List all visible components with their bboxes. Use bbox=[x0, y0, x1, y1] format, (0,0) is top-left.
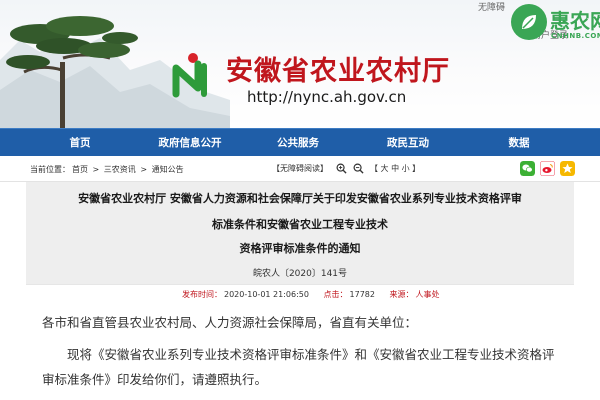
zoom-out-icon[interactable] bbox=[353, 163, 364, 174]
breadcrumb-bar: 当前位置： 首页 > 三农资讯 > 通知公告 【无障碍阅读】 【 大 中 小 】 bbox=[0, 156, 600, 182]
view-count: 17782 bbox=[349, 290, 375, 299]
article-meta: 发布时间： 2020-10-01 21:06:50 点击： 17782 来源： 人事处 bbox=[26, 284, 574, 302]
publish-time-label: 发布时间： bbox=[182, 290, 222, 299]
nav-item-interaction[interactable]: 政民互动 bbox=[387, 129, 429, 157]
weibo-share-icon[interactable] bbox=[540, 161, 555, 176]
views-label: 点击： bbox=[323, 290, 348, 299]
main-navigation: 首页 政府信息公开 公共服务 政民互动 数据 bbox=[0, 128, 600, 156]
zoom-in-icon[interactable] bbox=[336, 163, 347, 174]
watermark-logo: 惠农网 CNHNB.COM bbox=[511, 2, 600, 44]
article-title-line-3: 资格评审标准条件的通知 bbox=[239, 242, 361, 255]
site-title[interactable]: 安徽省农业农村厅 bbox=[226, 49, 450, 88]
article-paragraph-2: 现将《安徽省农业系列专业技术资格评审标准条件》和《安徽省农业工程专业技术资格评审… bbox=[42, 347, 555, 387]
source-label: 来源： bbox=[389, 290, 414, 299]
breadcrumb-item-notices[interactable]: 通知公告 bbox=[152, 165, 184, 174]
nav-item-gov-info[interactable]: 政府信息公开 bbox=[159, 129, 222, 157]
document-number: 皖农人〔2020〕141号 bbox=[252, 269, 348, 279]
publish-time: 2020-10-01 21:06:50 bbox=[224, 290, 309, 299]
nav-item-data[interactable]: 数据 bbox=[509, 129, 530, 157]
article-title-line-2: 标准条件和安徽省农业工程专业技术 bbox=[212, 218, 388, 231]
accessible-read-button[interactable]: 【无障碍阅读】 bbox=[272, 163, 328, 174]
breadcrumb-prefix: 当前位置： bbox=[30, 165, 70, 174]
site-url[interactable]: http://nync.ah.gov.cn bbox=[247, 88, 406, 106]
watermark-domain: CNHNB.COM bbox=[551, 32, 600, 40]
wechat-share-icon[interactable] bbox=[520, 161, 535, 176]
source-value: 人事处 bbox=[415, 290, 440, 299]
article-paragraph-1: 各市和省直管县农业农村局、人力资源社会保障局，省直有关单位： bbox=[42, 315, 418, 330]
article-header: 安徽省农业农村厅 安徽省人力资源和社会保障厅关于印发安徽省农业系列专业技术资格评… bbox=[26, 182, 574, 300]
reading-tools: 【无障碍阅读】 【 大 中 小 】 bbox=[272, 163, 420, 174]
nav-item-home[interactable]: 首页 bbox=[70, 129, 91, 157]
breadcrumb-separator: > bbox=[140, 165, 148, 174]
department-logo-icon bbox=[172, 53, 207, 98]
nav-item-public-service[interactable]: 公共服务 bbox=[277, 129, 319, 157]
breadcrumb-separator: > bbox=[92, 165, 100, 174]
font-size-switcher[interactable]: 【 大 中 小 】 bbox=[370, 163, 420, 174]
qzone-share-icon[interactable] bbox=[560, 161, 575, 176]
article-title-line-1: 安徽省农业农村厅 安徽省人力资源和社会保障厅关于印发安徽省农业系列专业技术资格评… bbox=[78, 192, 522, 205]
watermark-brand: 惠农网 bbox=[550, 9, 600, 33]
breadcrumb-item-news[interactable]: 三农资讯 bbox=[104, 165, 136, 174]
breadcrumb-item-home[interactable]: 首页 bbox=[72, 165, 88, 174]
site-header: 安徽省农业农村厅 http://nync.ah.gov.cn 无障碍 用户登录 … bbox=[0, 0, 600, 128]
watermark-leaf-icon bbox=[511, 4, 547, 40]
accessibility-link[interactable]: 无障碍 bbox=[478, 0, 505, 13]
breadcrumb: 当前位置： 首页 > 三农资讯 > 通知公告 bbox=[30, 164, 186, 175]
